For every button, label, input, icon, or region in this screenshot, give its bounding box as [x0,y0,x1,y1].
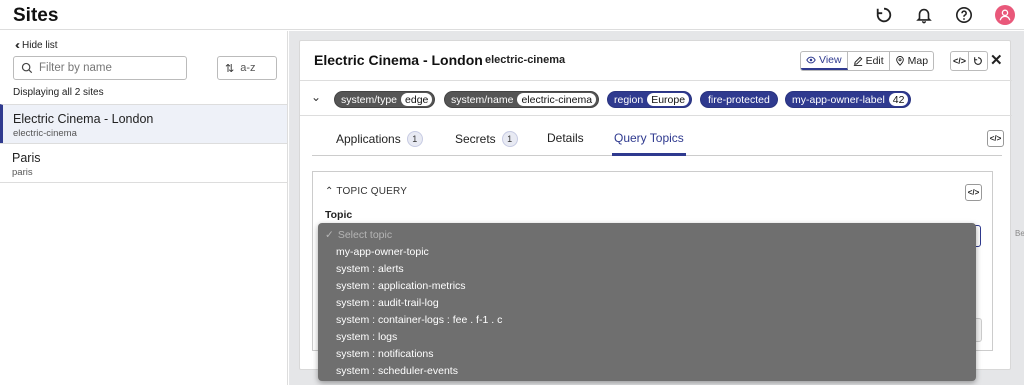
check-icon: ✓ [325,228,334,241]
topic-dropdown: ✓ Select topic my-app-owner-topic system… [318,223,976,381]
site-slug: paris [12,167,33,178]
edit-button[interactable]: Edit [848,52,890,70]
site-slug: electric-cinema [13,128,77,139]
option-label: Select topic [337,228,393,241]
list-divider [0,182,287,183]
help-icon[interactable] [955,6,973,24]
topic-label: Topic [325,209,353,221]
tab-label: Query Topics [614,131,684,145]
view-label: View [819,54,842,66]
view-button[interactable]: View [801,52,848,70]
tab-details[interactable]: Details [547,131,584,145]
pencil-icon [853,56,862,66]
label-value: electric-cinema [517,93,597,106]
tab-query-topics[interactable]: Query Topics [614,131,684,145]
map-edge-label: Be [1015,229,1024,238]
sites-sidebar: ‹‹ Hide list ⇅ a-z Displaying all 2 site… [0,31,288,385]
labels-row: ⌄ system/type edge system/name electric-… [300,82,1012,116]
tab-secrets[interactable]: Secrets 1 [455,131,518,147]
view-mode-group: View Edit Map [800,51,935,71]
chevron-down-icon[interactable]: ⌄ [311,90,321,104]
sort-icon: ⇅ [225,62,235,75]
site-slug-heading: electric-cinema [485,54,566,66]
filter-input[interactable] [39,62,179,74]
site-name: Paris [12,151,41,165]
filter-field[interactable] [13,56,187,80]
map-button[interactable]: Map [890,52,933,70]
tab-count-badge: 1 [501,131,518,147]
bell-icon[interactable] [915,6,933,24]
refresh-panel-icon[interactable] [969,52,987,70]
label-chip: system/name electric-cinema [444,91,600,108]
refresh-icon[interactable] [875,6,893,24]
header-code-group: </> [950,51,988,71]
site-name: Electric Cinema - London [13,112,154,126]
tabs-code-icon[interactable]: </> [987,130,1004,147]
dropdown-option[interactable]: system : scheduler-events [318,362,976,379]
label-value: edge [401,93,433,106]
dropdown-option[interactable]: system : alerts [318,260,976,277]
top-bar: Sites [0,0,1024,30]
detail-tabs: Applications 1 Secrets 1 Details Query T… [312,117,1002,156]
site-title: Electric Cinema - London [314,52,483,68]
tab-applications[interactable]: Applications 1 [336,131,423,147]
dropdown-option[interactable]: system : application-metrics [318,277,976,294]
label-chip: my-app-owner-label 42 [785,91,912,108]
double-chevron-left-icon: ‹‹ [15,38,20,52]
chevron-up-icon: ⌃ [325,186,337,197]
hide-list-label: Hide list [22,39,58,51]
code-icon[interactable]: </> [951,52,969,70]
map-pin-icon [895,56,904,66]
active-tab-indicator [612,153,686,156]
dropdown-option[interactable]: system : audit-trail-log [318,294,976,311]
dropdown-option[interactable]: system : container-logs : fee . f-1 . c [318,311,976,328]
dropdown-option[interactable]: system : notifications [318,345,976,362]
sort-label: a-z [240,62,256,74]
site-list-item[interactable]: Paris paris [0,143,287,182]
dropdown-option[interactable]: my-app-owner-topic [318,243,976,260]
topic-query-heading[interactable]: ⌃ TOPIC QUERY [325,186,407,197]
label-key: my-app-owner-label [792,93,885,106]
label-chip: fire-protected [700,91,778,108]
label-key: fire-protected [708,93,770,106]
label-key: region [614,93,644,106]
label-value: 42 [888,93,909,106]
panel-header: Electric Cinema - London electric-cinema… [300,41,1012,81]
page-title: Sites [13,5,59,26]
label-chip: region Europe [607,91,693,108]
topic-query-title: TOPIC QUERY [336,186,408,197]
sort-button[interactable]: ⇅ a-z [217,56,277,80]
label-value: Europe [647,93,690,106]
map-label: Map [907,55,929,67]
avatar[interactable] [995,5,1015,25]
eye-icon [806,56,816,64]
edit-label: Edit [865,55,884,67]
query-code-icon[interactable]: </> [965,184,982,201]
dropdown-option-placeholder[interactable]: ✓ Select topic [318,226,976,243]
search-icon [21,62,33,74]
label-key: system/name [451,93,514,106]
site-list: Electric Cinema - London electric-cinema… [0,104,287,183]
hide-list-button[interactable]: ‹‹ Hide list [15,38,58,52]
tab-label: Secrets [455,132,496,146]
site-list-item[interactable]: Electric Cinema - London electric-cinema [0,104,287,143]
tab-label: Applications [336,132,401,146]
close-icon[interactable]: ✕ [990,51,1003,69]
label-key: system/type [341,93,398,106]
header-actions [875,0,1024,30]
tab-count-badge: 1 [406,131,423,147]
dropdown-option[interactable]: system : logs [318,328,976,345]
label-chip: system/type edge [334,91,436,108]
tab-label: Details [547,131,584,145]
displaying-count: Displaying all 2 sites [13,87,104,98]
